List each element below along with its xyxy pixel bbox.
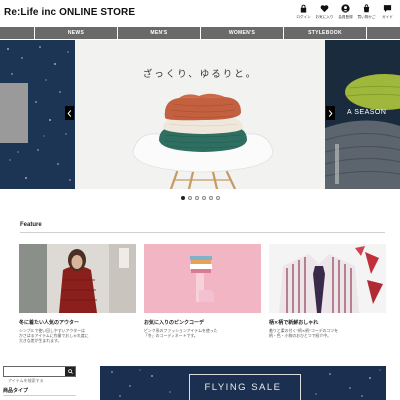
woman-red-down-jacket-photo (19, 244, 136, 313)
slide-previous-image (0, 83, 28, 143)
flying-sale-banner[interactable]: FLYING SALE (100, 366, 386, 400)
login-button[interactable]: ログイン (293, 4, 314, 20)
nav-item-stylebook[interactable]: STYLEBOOK (283, 27, 366, 39)
favorites-button[interactable]: お気に入り (314, 4, 335, 20)
knit-sweaters-on-chair-illustration (132, 93, 274, 189)
slide-current[interactable]: ざっくり、ゆるりと。 (75, 40, 325, 189)
pagination-dot[interactable] (194, 196, 199, 200)
nav-item-womens[interactable]: WOMEN'S (200, 27, 283, 39)
lock-icon (300, 4, 307, 13)
feature-card-description: 着りと柔の付く"柄×柄"コーデのコツを 柄・色・小物のおひとつで紹介中。 (269, 328, 339, 339)
pagination-dot[interactable] (215, 196, 220, 200)
sale-title: FLYING SALE (204, 382, 282, 393)
striped-shirt-and-ties-photo (269, 244, 386, 313)
chevron-right-icon (328, 109, 333, 117)
hero-slider[interactable]: ざっくり、ゆるりと。 A SEASON (0, 40, 400, 189)
feature-card-image-pink (144, 244, 261, 313)
pagination-dot[interactable] (187, 196, 192, 200)
feature-divider (20, 232, 385, 233)
feature-card-pattern[interactable]: 柄×柄で新鮮おしゃれ 着りと柔の付く"柄×柄"コーデのコツを 柄・色・小物のおひ… (269, 244, 386, 344)
search-button[interactable] (65, 367, 75, 376)
pink-items-stack-photo (144, 244, 261, 313)
register-button[interactable]: 会員登録 (335, 4, 356, 20)
next-slide-copy: A SEASON (347, 109, 387, 116)
nav-item-mens[interactable]: MEN'S (117, 27, 200, 39)
chat-icon (383, 5, 392, 13)
cart-icon (363, 4, 370, 13)
favorites-label: お気に入り (315, 15, 334, 19)
feature-card-title: お気に入りのピンクコーデ (144, 320, 205, 326)
nav-spacer-right (366, 27, 400, 39)
pagination-dot[interactable] (208, 196, 213, 200)
cart-label: 買い物かご (357, 15, 376, 19)
feature-card-description: シンプルで使い回しやすいアウターは かさばるアイテムに作業でおしゃれ度に 大きな… (19, 328, 89, 344)
pagination-dot-active[interactable] (180, 196, 185, 200)
user-icon (341, 4, 350, 13)
nav-spacer-left (0, 27, 34, 39)
category-divider (3, 395, 76, 396)
register-label: 会員登録 (338, 15, 353, 19)
guide-button[interactable]: ガイド (377, 4, 398, 20)
category-heading: 商品タイプ (3, 388, 29, 394)
chevron-left-icon (67, 109, 72, 117)
feature-card-image-outer (19, 244, 136, 313)
login-label: ログイン (296, 15, 311, 19)
feature-cards: 冬に着たい人気のアウター シンプルで使い回しやすいアウターは かさばるアイテムに… (19, 244, 386, 344)
slider-pagination (0, 196, 400, 200)
nav-item-news[interactable]: NEWS (34, 27, 117, 39)
heart-icon (320, 5, 329, 13)
feature-card-title: 冬に着たい人気のアウター (19, 320, 80, 326)
search-icon (67, 369, 73, 374)
feature-card-description: ピンク系のファッションアイテムを使った 「冬」のコーディネートです。 (144, 328, 218, 339)
main-nav: NEWS MEN'S WOMEN'S STYLEBOOK (0, 27, 400, 39)
cart-button[interactable]: 買い物かご (356, 4, 377, 20)
store-logo[interactable]: Re:Life inc ONLINE STORE (4, 7, 135, 18)
item-search (3, 366, 76, 385)
feature-card-pink[interactable]: お気に入りのピンクコーデ ピンク系のファッションアイテムを使った 「冬」のコーデ… (144, 244, 261, 344)
pagination-dot[interactable] (201, 196, 206, 200)
feature-card-image-pattern (269, 244, 386, 313)
search-input[interactable] (4, 376, 64, 385)
guide-label: ガイド (382, 15, 393, 19)
slider-next-button[interactable] (326, 106, 335, 120)
slide-next-preview[interactable]: A SEASON (325, 40, 400, 189)
slider-prev-button[interactable] (65, 106, 74, 120)
site-header: Re:Life inc ONLINE STORE ログイン お気に入り 会員登録 (0, 0, 400, 26)
header-icons: ログイン お気に入り 会員登録 買い物かご ガイド (293, 4, 398, 20)
feature-heading: Feature (20, 222, 42, 228)
feature-card-outer[interactable]: 冬に着たい人気のアウター シンプルで使い回しやすいアウターは かさばるアイテムに… (19, 244, 136, 344)
slide-previous-preview[interactable] (0, 40, 75, 189)
feature-card-title: 柄×柄で新鮮おしゃれ (269, 320, 319, 326)
